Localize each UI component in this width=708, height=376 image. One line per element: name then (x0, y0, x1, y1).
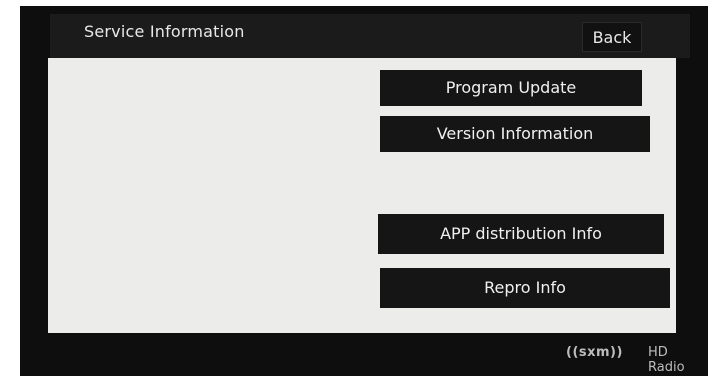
hd-radio-logo: HD Radio (648, 345, 685, 375)
version-information-button[interactable]: Version Information (380, 116, 650, 152)
app-distribution-info-button[interactable]: APP distribution Info (378, 214, 664, 254)
back-button[interactable]: Back (582, 22, 642, 52)
repro-info-button[interactable]: Repro Info (380, 268, 670, 308)
page-title: Service Information (84, 22, 245, 41)
program-update-button[interactable]: Program Update (380, 70, 642, 106)
siriusxm-logo: ((sxm)) (566, 345, 623, 360)
